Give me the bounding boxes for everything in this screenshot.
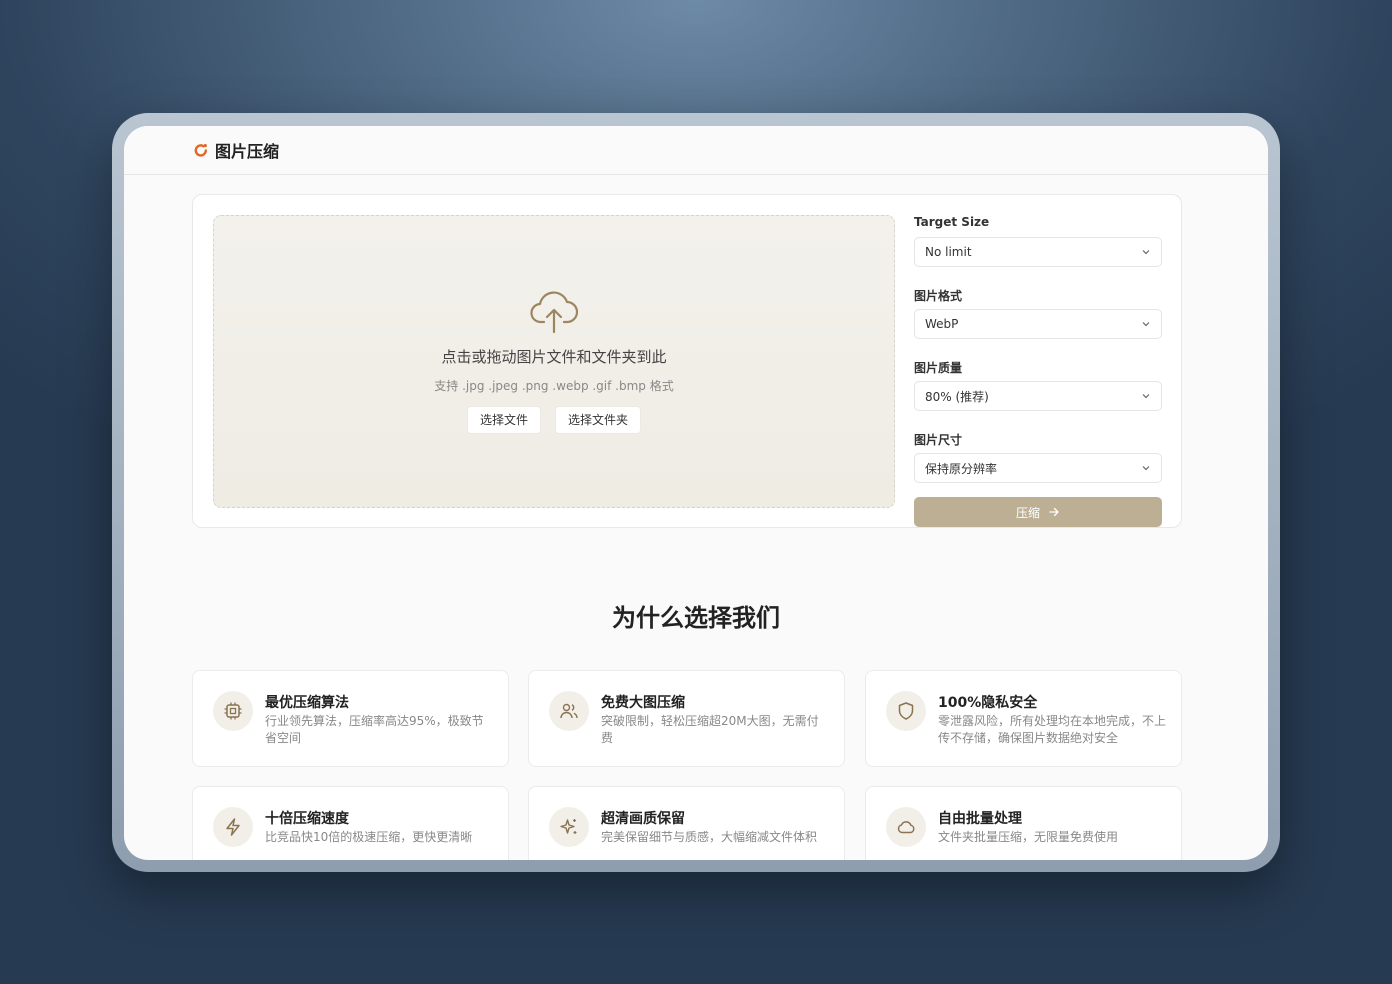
feature-card: 自由批量处理 文件夹批量压缩，无限量免费使用 xyxy=(865,786,1182,860)
dimension-value: 保持原分辨率 xyxy=(925,461,998,476)
sparkles-icon xyxy=(560,819,577,834)
lightning-icon xyxy=(226,818,240,836)
chevron-down-icon xyxy=(1142,322,1150,327)
logo-icon xyxy=(194,144,207,157)
dropzone-title: 点击或拖动图片文件和文件夹到此 xyxy=(441,348,667,366)
feature-title: 自由批量处理 xyxy=(938,811,1022,827)
app-title: 图片压缩 xyxy=(215,142,280,161)
feature-desc: 零泄露风险，所有处理均在本地完成，不上传不存储，确保图片数据绝对安全 xyxy=(938,714,1167,745)
feature-desc: 比竞品快10倍的极速压缩，更快更清晰 xyxy=(265,830,473,844)
feature-title: 最优压缩算法 xyxy=(265,695,349,711)
cloud-icon xyxy=(897,821,915,834)
feature-title: 100%隐私安全 xyxy=(938,695,1038,711)
quality-select[interactable]: 80% (推荐) xyxy=(914,381,1162,411)
target-size-label: Target Size xyxy=(914,215,990,229)
feature-desc: 突破限制，轻松压缩超20M大图，无需付费 xyxy=(601,714,819,745)
quality-value: 80% (推荐) xyxy=(925,389,989,404)
format-select[interactable]: WebP xyxy=(914,309,1162,339)
feature-desc: 完美保留细节与质感，大幅缩减文件体积 xyxy=(601,830,818,844)
compress-button[interactable]: 压缩 xyxy=(914,497,1162,527)
feature-card: 超清画质保留 完美保留细节与质感，大幅缩减文件体积 xyxy=(528,786,845,860)
target-size-value: No limit xyxy=(925,245,972,259)
quality-label: 图片质量 xyxy=(914,361,963,375)
app-window: 图片压缩 点击或拖动图片文件和文件夹到此 支持 .jpg .jpeg .png … xyxy=(124,126,1268,860)
feature-card: 100%隐私安全 零泄露风险，所有处理均在本地完成，不上传不存储，确保图片数据绝… xyxy=(865,670,1182,767)
format-label: 图片格式 xyxy=(914,289,963,303)
chevron-down-icon xyxy=(1142,394,1150,399)
dimension-select[interactable]: 保持原分辨率 xyxy=(914,453,1162,483)
app-header: 图片压缩 xyxy=(124,126,1268,175)
compress-button-label: 压缩 xyxy=(1015,505,1040,520)
users-icon xyxy=(560,703,578,719)
dropzone-subtitle: 支持 .jpg .jpeg .png .webp .gif .bmp 格式 xyxy=(434,379,674,393)
dimension-label: 图片尺寸 xyxy=(914,433,963,447)
feature-desc: 行业领先算法，压缩率高达95%，极致节省空间 xyxy=(265,714,484,745)
why-us-title: 为什么选择我们 xyxy=(612,604,780,632)
arrow-right-icon xyxy=(1049,507,1059,517)
chevron-down-icon xyxy=(1142,466,1150,471)
feature-card: 最优压缩算法 行业领先算法，压缩率高达95%，极致节省空间 xyxy=(192,670,509,767)
select-folder-button[interactable]: 选择文件夹 xyxy=(555,406,642,434)
shield-icon xyxy=(898,702,914,720)
chevron-down-icon xyxy=(1142,250,1150,255)
feature-desc: 文件夹批量压缩，无限量免费使用 xyxy=(938,830,1119,844)
cpu-icon xyxy=(224,702,242,720)
feature-card: 免费大图压缩 突破限制，轻松压缩超20M大图，无需付费 xyxy=(528,670,845,767)
format-value: WebP xyxy=(925,317,959,331)
feature-card: 十倍压缩速度 比竞品快10倍的极速压缩，更快更清晰 xyxy=(192,786,509,860)
dropzone-buttons: 选择文件 选择文件夹 xyxy=(466,406,642,434)
feature-title: 免费大图压缩 xyxy=(601,695,685,711)
upload-dropzone[interactable]: 点击或拖动图片文件和文件夹到此 支持 .jpg .jpeg .png .webp… xyxy=(213,215,895,508)
cloud-upload-icon xyxy=(530,291,578,334)
select-file-button[interactable]: 选择文件 xyxy=(466,406,541,434)
feature-title: 超清画质保留 xyxy=(601,811,685,827)
compress-panel: 点击或拖动图片文件和文件夹到此 支持 .jpg .jpeg .png .webp… xyxy=(192,194,1182,528)
feature-title: 十倍压缩速度 xyxy=(265,811,349,827)
settings-panel: Target Size No limit 图片格式 WebP 图片质量 80% … xyxy=(914,215,1162,527)
target-size-select[interactable]: No limit xyxy=(914,237,1162,267)
